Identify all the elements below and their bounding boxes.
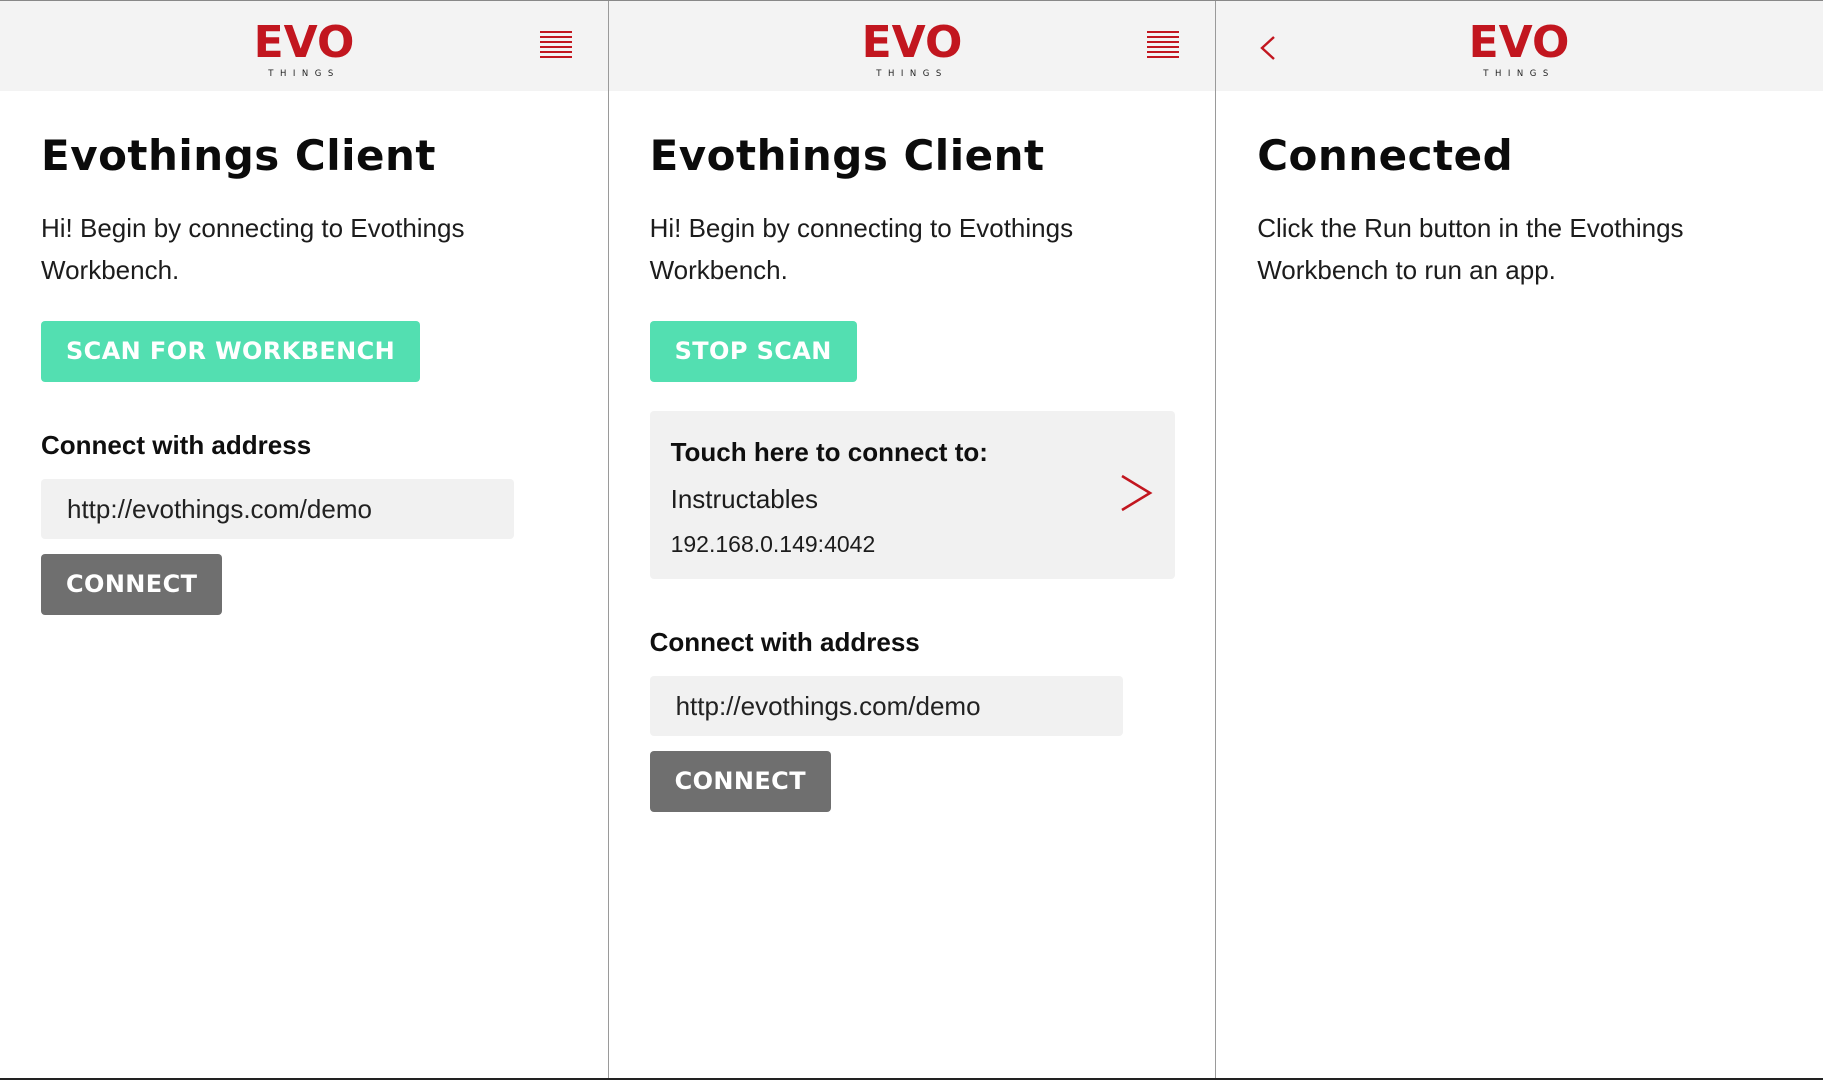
evothings-logo: EVO THINGS	[1469, 17, 1569, 79]
server-name: Instructables	[670, 484, 818, 515]
panel-connected: EVO THINGS Connected Click the Run butto…	[1215, 1, 1823, 1078]
panel-start: EVO THINGS Evothings Client Hi! Begin by…	[0, 1, 608, 1078]
scan-for-workbench-button[interactable]: SCAN FOR WORKBENCH	[41, 321, 421, 383]
page-title: Evothings Client	[41, 131, 436, 180]
app-screens: EVO THINGS Evothings Client Hi! Begin by…	[0, 0, 1823, 1080]
evothings-logo: EVO THINGS	[254, 17, 354, 79]
address-input[interactable]	[41, 479, 514, 540]
hamburger-menu-icon[interactable]	[539, 31, 572, 61]
top-bar: EVO THINGS	[0, 1, 608, 91]
address-input[interactable]	[649, 676, 1123, 737]
intro-text: Hi! Begin by connecting to Evothings Wor…	[41, 213, 465, 286]
page-title: Evothings Client	[649, 131, 1045, 180]
logo-subtitle: THINGS	[267, 69, 339, 79]
chevron-right-icon	[1119, 473, 1153, 513]
top-bar: EVO THINGS	[608, 1, 1216, 91]
intro-text: Click the Run button in the Evothings Wo…	[1257, 213, 1684, 286]
logo-word: EVO	[254, 17, 354, 68]
address-label: Connect with address	[649, 627, 920, 658]
panel-scanning: EVO THINGS Evothings Client Hi! Begin by…	[607, 1, 1216, 1078]
server-address: 192.168.0.149:4042	[670, 531, 876, 558]
logo-subtitle: THINGS	[1483, 69, 1555, 79]
connect-button[interactable]: CONNECT	[41, 554, 223, 616]
hamburger-menu-icon[interactable]	[1147, 31, 1180, 61]
main-content: Evothings Client Hi! Begin by connecting…	[41, 131, 567, 616]
main-content: Evothings Client Hi! Begin by connecting…	[649, 131, 1175, 813]
page-title: Connected	[1257, 131, 1514, 180]
logo-word: EVO	[862, 17, 962, 68]
logo-subtitle: THINGS	[875, 69, 947, 79]
server-card-prompt: Touch here to connect to:	[670, 437, 988, 468]
logo-word: EVO	[1469, 17, 1569, 68]
intro-text: Hi! Begin by connecting to Evothings Wor…	[649, 213, 1074, 286]
evothings-logo: EVO THINGS	[862, 17, 962, 79]
main-content: Connected Click the Run button in the Ev…	[1257, 131, 1782, 291]
top-bar: EVO THINGS	[1216, 1, 1823, 91]
connect-button[interactable]: CONNECT	[649, 751, 831, 813]
address-label: Connect with address	[41, 430, 312, 461]
chevron-left-icon[interactable]	[1250, 21, 1290, 71]
stop-scan-button[interactable]: STOP SCAN	[649, 321, 857, 383]
workbench-server-card[interactable]: Touch here to connect to: Instructables …	[649, 411, 1175, 580]
